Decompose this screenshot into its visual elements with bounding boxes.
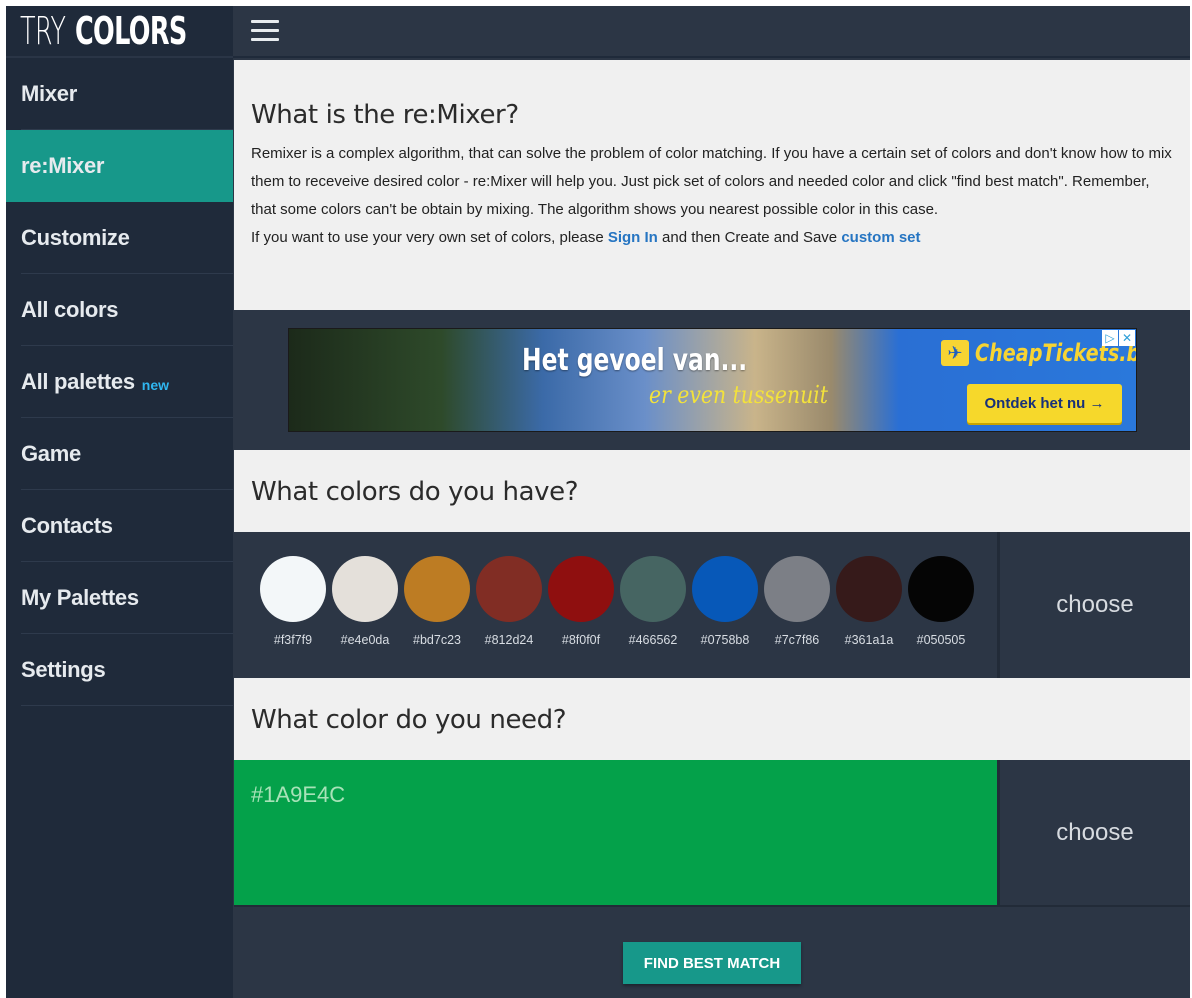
swatch-hex-label: #bd7c23 — [413, 633, 461, 647]
color-swatch[interactable]: #e4e0da — [329, 556, 401, 647]
choose-colors-button[interactable]: choose — [1000, 532, 1190, 678]
have-colors-row: #f3f7f9 #e4e0da #bd7c23 #812d24 #8f0f0f #4665… — [234, 532, 1190, 678]
sign-in-link[interactable]: Sign In — [608, 229, 658, 246]
swatch-circle — [836, 556, 902, 622]
ad-cta-button[interactable]: Ontdek het nu → — [967, 384, 1122, 423]
color-swatch[interactable]: #812d24 — [473, 556, 545, 647]
have-colors-header: What colors do you have? — [234, 450, 1190, 532]
swatch-hex-label: #812d24 — [484, 633, 534, 647]
swatch-circle — [548, 556, 614, 622]
app-frame: TRY COLORS Mixer re:Mixer Customize All colo… — [6, 6, 1190, 998]
sidebar-nav: Mixer re:Mixer Customize All colors All pale… — [6, 58, 233, 706]
have-colors-title: What colors do you have? — [251, 477, 579, 507]
intro-panel: What is the re:Mixer? Remixer is a compl… — [234, 60, 1190, 310]
sidebar-item-label: Contacts — [21, 513, 113, 538]
swatch-list: #f3f7f9 #e4e0da #bd7c23 #812d24 #8f0f0f #4665… — [257, 556, 977, 647]
choose-target-button[interactable]: choose — [1000, 760, 1190, 905]
need-color-title: What color do you need? — [251, 705, 567, 735]
logo[interactable]: TRY COLORS — [6, 6, 233, 58]
color-swatch[interactable]: #7c7f86 — [761, 556, 833, 647]
sidebar-item-re-mixer[interactable]: re:Mixer — [6, 130, 233, 202]
sidebar-item-mixer[interactable]: Mixer — [6, 58, 233, 130]
swatch-hex-label: #466562 — [628, 633, 678, 647]
color-swatch[interactable]: #bd7c23 — [401, 556, 473, 647]
swatch-circle — [908, 556, 974, 622]
page-title: What is the re:Mixer? — [251, 100, 519, 130]
sidebar-item-label: All palettes — [21, 369, 135, 394]
custom-set-link[interactable]: custom set — [841, 229, 920, 246]
find-best-match-button[interactable]: FIND BEST MATCH — [623, 942, 801, 984]
sidebar-item-all-colors[interactable]: All colors — [6, 274, 233, 346]
ad-close-icon[interactable]: ✕ — [1119, 330, 1135, 346]
swatch-hex-label: #8f0f0f — [561, 633, 601, 647]
swatch-hex-label: #f3f7f9 — [273, 633, 313, 647]
color-swatch[interactable]: #8f0f0f — [545, 556, 617, 647]
swatch-circle — [260, 556, 326, 622]
color-swatch[interactable]: #361a1a — [833, 556, 905, 647]
color-swatch[interactable]: #466562 — [617, 556, 689, 647]
sidebar: TRY COLORS Mixer re:Mixer Customize All colo… — [6, 6, 233, 998]
target-color-hex: #1A9E4C — [251, 782, 346, 807]
swatch-circle — [692, 556, 758, 622]
intro-description: Remixer is a complex algorithm, that can… — [251, 145, 1172, 218]
color-swatch[interactable]: #0758b8 — [689, 556, 761, 647]
choose-colors-label: choose — [1056, 591, 1134, 618]
sidebar-item-label: Mixer — [21, 81, 77, 106]
sidebar-item-customize[interactable]: Customize — [6, 202, 233, 274]
sidebar-item-label: Game — [21, 441, 81, 466]
color-swatch[interactable]: #050505 — [905, 556, 977, 647]
ad-container: Het gevoel van... er even tussenuit ✈ Ch… — [234, 310, 1190, 450]
sidebar-item-label: All colors — [21, 297, 119, 322]
custom-note-middle: and then Create and Save — [657, 229, 842, 246]
need-color-row: #1A9E4C choose — [234, 760, 1190, 905]
color-swatch[interactable]: #f3f7f9 — [257, 556, 329, 647]
swatch-circle — [476, 556, 542, 622]
swatch-hex-label: #0758b8 — [700, 633, 750, 647]
choose-target-label: choose — [1056, 818, 1134, 846]
logo-light-text: TRY — [20, 9, 66, 53]
swatch-hex-label: #e4e0da — [340, 633, 390, 647]
target-color-box[interactable]: #1A9E4C — [234, 760, 1000, 905]
logo-bold-text: COLORS — [75, 9, 187, 53]
swatch-hex-label: #050505 — [916, 633, 966, 647]
action-area: FIND BEST MATCH — [234, 905, 1190, 998]
swatch-circle — [764, 556, 830, 622]
swatch-circle — [620, 556, 686, 622]
sidebar-item-game[interactable]: Game — [6, 418, 233, 490]
sidebar-item-contacts[interactable]: Contacts — [6, 490, 233, 562]
sidebar-item-label: Settings — [21, 657, 106, 682]
swatch-area: #f3f7f9 #e4e0da #bd7c23 #812d24 #8f0f0f #4665… — [234, 532, 1000, 678]
hamburger-menu-icon[interactable] — [251, 20, 279, 42]
need-color-header: What color do you need? — [234, 678, 1190, 760]
sidebar-item-settings[interactable]: Settings — [6, 634, 233, 706]
ad-headline: Het gevoel van... — [522, 343, 748, 378]
swatch-circle — [404, 556, 470, 622]
custom-set-note: If you want to use your very own set of … — [251, 224, 1173, 252]
ad-banner[interactable]: Het gevoel van... er even tussenuit ✈ Ch… — [288, 328, 1137, 432]
sidebar-item-my-palettes[interactable]: My Palettes — [6, 562, 233, 634]
ad-choices-icon[interactable]: ▷ — [1102, 330, 1118, 346]
main-content: What is the re:Mixer? Remixer is a compl… — [234, 60, 1190, 998]
ad-choices: ▷ ✕ — [1101, 330, 1135, 346]
swatch-hex-label: #361a1a — [844, 633, 894, 647]
swatch-circle — [332, 556, 398, 622]
plane-icon: ✈ — [941, 340, 969, 366]
custom-note-prefix: If you want to use your very own set of … — [251, 229, 608, 246]
sidebar-item-label: Customize — [21, 225, 130, 250]
sidebar-item-label: My Palettes — [21, 585, 139, 610]
new-badge: new — [141, 377, 170, 393]
ad-subline: er even tussenuit — [649, 381, 828, 409]
top-bar — [233, 6, 1190, 58]
sidebar-item-all-palettes[interactable]: All palettes new — [6, 346, 233, 418]
swatch-hex-label: #7c7f86 — [774, 633, 820, 647]
sidebar-item-label: re:Mixer — [21, 153, 105, 178]
